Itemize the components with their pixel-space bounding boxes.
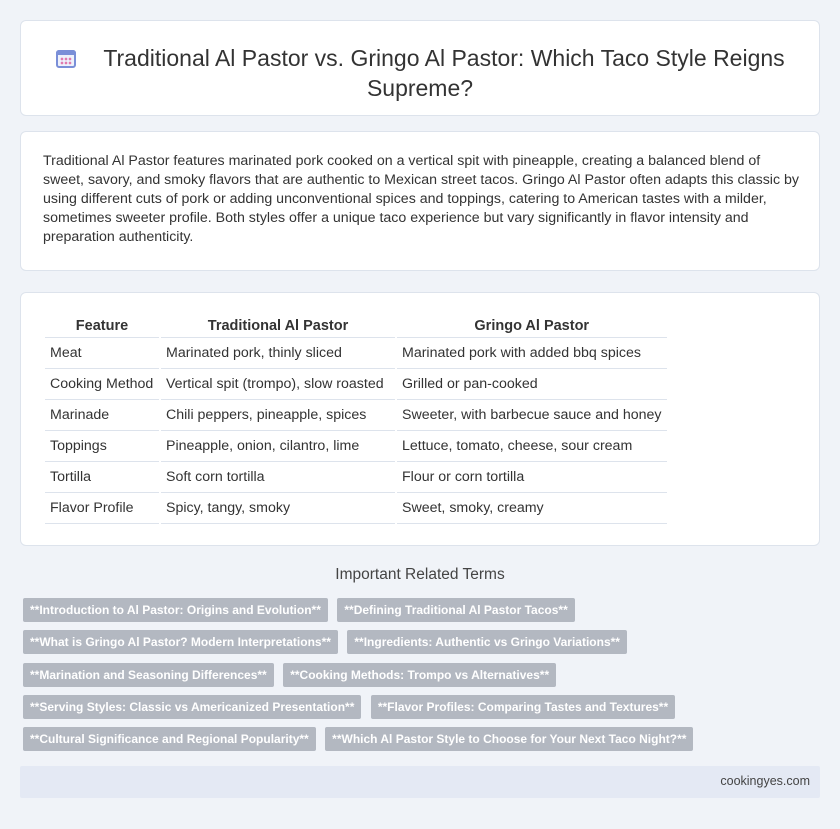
table-row: Marinade Chili peppers, pineapple, spice… — [45, 400, 667, 431]
intro-card: Traditional Al Pastor features marinated… — [20, 131, 820, 271]
related-term-tag[interactable]: **Cooking Methods: Trompo vs Alternative… — [283, 662, 557, 687]
table-cell-feature: Toppings — [45, 431, 159, 462]
tag-row: **Introduction to Al Pastor: Origins and… — [23, 598, 803, 630]
intro-paragraph: Traditional Al Pastor features marinated… — [43, 153, 799, 245]
table-cell-feature: Cooking Method — [45, 369, 159, 400]
related-term-tag[interactable]: **Introduction to Al Pastor: Origins and… — [23, 598, 328, 622]
table-cell-traditional: Spicy, tangy, smoky — [161, 493, 395, 524]
related-term-tag[interactable]: **Which Al Pastor Style to Choose for Yo… — [325, 727, 694, 752]
related-term-tag[interactable]: **Ingredients: Authentic vs Gringo Varia… — [347, 630, 627, 655]
column-header-traditional: Traditional Al Pastor — [161, 315, 395, 338]
related-terms-heading: Important Related Terms — [335, 566, 505, 583]
table-row: Tortilla Soft corn tortilla Flour or cor… — [45, 462, 667, 493]
related-term-tag[interactable]: **Flavor Profiles: Comparing Tastes and … — [370, 694, 676, 719]
column-header-feature: Feature — [45, 315, 159, 338]
table-cell-feature: Marinade — [45, 400, 159, 431]
table-cell-gringo: Marinated pork with added bbq spices — [397, 338, 667, 369]
calendar-icon — [55, 47, 77, 69]
table-cell-gringo: Lettuce, tomato, cheese, sour cream — [397, 431, 667, 462]
comparison-table: Feature Traditional Al Pastor Gringo Al … — [43, 315, 669, 524]
table-cell-traditional: Vertical spit (trompo), slow roasted — [161, 369, 395, 400]
table-row: Flavor Profile Spicy, tangy, smoky Sweet… — [45, 493, 667, 524]
table-cell-gringo: Sweet, smoky, creamy — [397, 493, 667, 524]
related-term-tag[interactable]: **Cultural Significance and Regional Pop… — [23, 727, 316, 752]
related-term-tag[interactable]: **What is Gringo Al Pastor? Modern Inter… — [23, 630, 338, 655]
page-title-wrap: Traditional Al Pastor vs. Gringo Al Past… — [41, 43, 799, 103]
table-cell-traditional: Chili peppers, pineapple, spices — [161, 400, 395, 431]
table-row: Cooking Method Vertical spit (trompo), s… — [45, 369, 667, 400]
table-cell-gringo: Flour or corn tortilla — [397, 462, 667, 493]
table-cell-gringo: Sweeter, with barbecue sauce and honey — [397, 400, 667, 431]
tag-row: **What is Gringo Al Pastor? Modern Inter… — [23, 630, 803, 662]
table-row: Toppings Pineapple, onion, cilantro, lim… — [45, 431, 667, 462]
table-cell-gringo: Grilled or pan-cooked — [397, 369, 667, 400]
table-cell-traditional: Soft corn tortilla — [161, 462, 395, 493]
comparison-card: Feature Traditional Al Pastor Gringo Al … — [20, 292, 820, 546]
table-cell-feature: Flavor Profile — [45, 493, 159, 524]
tag-row: **Serving Styles: Classic vs Americanize… — [23, 694, 803, 727]
table-cell-traditional: Marinated pork, thinly sliced — [161, 338, 395, 369]
table-row: Meat Marinated pork, thinly sliced Marin… — [45, 338, 667, 369]
table-cell-traditional: Pineapple, onion, cilantro, lime — [161, 431, 395, 462]
table-header-row: Feature Traditional Al Pastor Gringo Al … — [45, 315, 667, 338]
header-card: Traditional Al Pastor vs. Gringo Al Past… — [20, 20, 820, 116]
related-terms-list: **Introduction to Al Pastor: Origins and… — [23, 598, 803, 759]
column-header-gringo: Gringo Al Pastor — [397, 315, 667, 338]
table-cell-feature: Tortilla — [45, 462, 159, 493]
tag-row: **Cultural Significance and Regional Pop… — [23, 727, 803, 759]
related-term-tag[interactable]: **Serving Styles: Classic vs Americanize… — [23, 694, 362, 719]
table-cell-feature: Meat — [45, 338, 159, 369]
footer-site-link[interactable]: cookingyes.com — [720, 774, 810, 788]
tag-row: **Marination and Seasoning Differences**… — [23, 662, 803, 695]
related-term-tag[interactable]: **Defining Traditional Al Pastor Tacos** — [337, 598, 575, 622]
footer-bar: cookingyes.com — [20, 766, 820, 798]
page-title: Traditional Al Pastor vs. Gringo Al Past… — [103, 45, 785, 101]
related-term-tag[interactable]: **Marination and Seasoning Differences** — [23, 662, 274, 687]
